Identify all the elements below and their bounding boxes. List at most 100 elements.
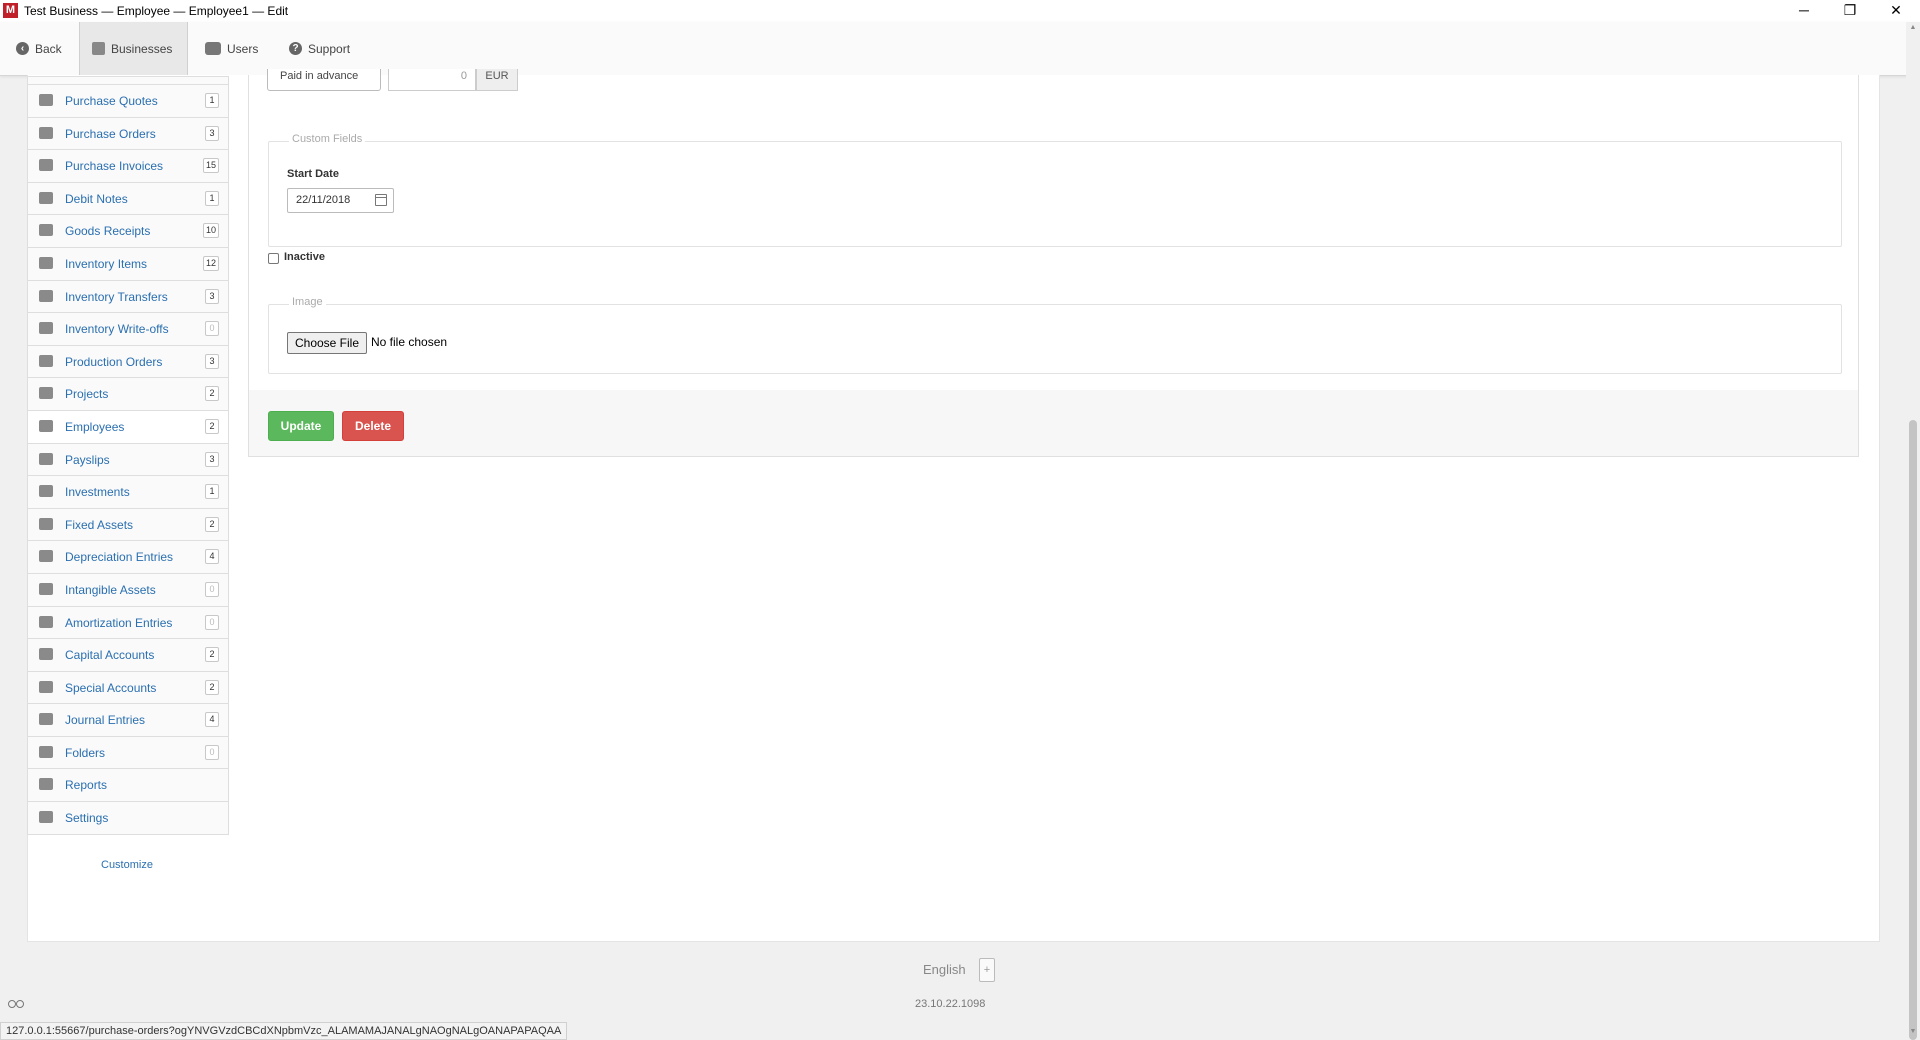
sidebar-item-investments[interactable]: Investments 1 [27,476,229,509]
vertical-scrollbar[interactable]: ▲ ▼ [1906,22,1920,1040]
count-badge: 0 [205,581,219,597]
sidebar-item-purchase-invoices[interactable]: Purchase Invoices 15 [27,150,229,183]
window-title: Test Business — Employee — Employee1 — E… [24,4,289,18]
sidebar-item-inventory-transfers[interactable]: Inventory Transfers 3 [27,280,229,314]
sidebar-item-label: Fixed Assets [65,517,134,532]
minimize-button[interactable]: ─ [1781,0,1827,22]
count-badge: 0 [205,744,219,760]
count-badge: 2 [205,418,219,434]
inactive-checkbox[interactable] [268,253,279,264]
sidebar-item-production-orders[interactable]: Production Orders 3 [27,345,229,379]
delete-button[interactable]: Delete [342,411,404,441]
sidebar-item-label: Intangible Assets [65,582,156,597]
support-label: Support [308,41,351,56]
sidebar-item-fixed-assets[interactable]: Fixed Assets 2 [27,508,229,542]
image-legend: Image [289,296,326,308]
main-toolbar: ‹ Back Businesses Users ? Support [0,22,1920,76]
start-date-input[interactable]: 22/11/2018 [287,188,394,213]
dolly-icon [39,289,53,302]
users-icon [39,680,53,693]
sidebar: Purchase Quotes 1 Purchase Orders 3 Purchase… [27,76,229,871]
sidebar-item-capital-accounts[interactable]: Capital Accounts 2 [27,639,229,672]
status-url: 127.0.0.1:55667/purchase-orders?ogYNVGVz… [0,1022,568,1040]
count-badge: 2 [205,647,219,663]
scroll-thumb[interactable] [1909,420,1917,1040]
printer-icon [39,778,53,791]
image-group: Image [268,296,1842,374]
gear-icon [39,811,53,824]
sidebar-item-purchase-orders[interactable]: Purchase Orders 3 [27,117,229,151]
scroll-up-arrow-icon[interactable]: ▲ [1909,24,1917,31]
sidebar-item-employees[interactable]: Employees 2 [27,410,229,444]
sidebar-item-intangible-assets[interactable]: Intangible Assets 0 [27,573,229,607]
back-label: Back [35,41,62,56]
sidebar-item-label: Debit Notes [65,191,128,206]
sidebar-item-label: Purchase Orders [65,126,156,141]
sidebar-item-amortization-entries[interactable]: Amortization Entries 0 [27,606,229,640]
users-icon [205,42,221,55]
calendar-icon[interactable] [375,194,387,206]
scissors-icon [39,191,53,204]
app-logo-icon: M [3,3,18,18]
sidebar-item-journal-entries[interactable]: Journal Entries 4 [27,704,229,737]
businesses-tab[interactable]: Businesses [79,22,188,75]
sidebar-item-label: Special Accounts [65,680,157,695]
id-card-icon [39,419,53,432]
count-badge: 3 [205,353,219,369]
payment-type-select[interactable]: Paid in advance [267,69,381,91]
currency-label: EUR [476,69,518,91]
balance-scale-icon [39,713,53,726]
sidebar-item-label: Capital Accounts [65,648,155,663]
sidebar-item-label: Settings [65,811,109,826]
sidebar-item-inventory-write-offs[interactable]: Inventory Write-offs 0 [27,313,229,346]
sidebar-item-depreciation-entries[interactable]: Depreciation Entries 4 [27,541,229,574]
language-label[interactable]: English [923,962,966,977]
amount-input[interactable]: 0 [388,69,476,91]
sidebar-item-goods-receipts[interactable]: Goods Receipts 10 [27,215,229,248]
sidebar-item-special-accounts[interactable]: Special Accounts 2 [27,671,229,705]
sidebar-item-payslips[interactable]: Payslips 3 [27,443,229,477]
eraser-icon [39,322,53,335]
chart-line-icon [39,648,53,661]
add-language-button[interactable]: + [979,958,995,982]
count-badge: 2 [205,679,219,695]
boxes-icon [39,256,53,269]
choose-file-button[interactable]: Choose File [287,332,367,354]
users-tab[interactable]: Users [193,22,270,75]
scroll-down-arrow-icon[interactable]: ▼ [1909,1028,1917,1035]
sidebar-item-label: Purchase Quotes [65,94,158,108]
count-badge: 15 [202,158,219,174]
money-icon [39,452,53,465]
building-icon [39,517,53,530]
custom-fields-legend: Custom Fields [289,133,366,145]
sidebar-item-label: Journal Entries [65,713,146,728]
count-badge: 4 [205,549,219,565]
back-button[interactable]: ‹ Back [4,22,74,75]
customize-link[interactable]: Customize [101,859,153,871]
users-label: Users [227,41,259,56]
sidebar-item-debit-notes[interactable]: Debit Notes 1 [27,182,229,216]
count-badge: 1 [205,484,219,500]
sidebar-item-folders[interactable]: Folders 0 [27,736,229,770]
sidebar-item-inventory-items[interactable]: Inventory Items 12 [27,247,229,281]
sidebar-item-purchase-quotes[interactable]: Purchase Quotes 1 [27,85,229,118]
sidebar-item-label: Inventory Write-offs [65,322,169,337]
count-badge: 2 [205,516,219,532]
sort-down-icon [39,550,53,563]
restore-button[interactable]: ❐ [1827,0,1873,22]
sidebar-item-label: Projects [65,387,109,402]
sidebar-item-label: Amortization Entries [65,615,173,630]
start-date-label: Start Date [287,168,339,180]
stack-icon [39,582,53,595]
support-tab[interactable]: ? Support [277,22,362,75]
sidebar-item-reports[interactable]: Reports [27,769,229,803]
sidebar-item-label: Goods Receipts [65,224,151,239]
update-button[interactable]: Update [268,411,334,441]
sidebar-item-partial [27,76,229,85]
close-button[interactable]: ✕ [1873,0,1919,22]
businesses-label: Businesses [111,41,173,56]
sidebar-item-projects[interactable]: Projects 2 [27,378,229,411]
sidebar-item-label: Inventory Transfers [65,289,168,304]
sidebar-item-label: Depreciation Entries [65,550,174,565]
sidebar-item-settings[interactable]: Settings [27,802,229,835]
